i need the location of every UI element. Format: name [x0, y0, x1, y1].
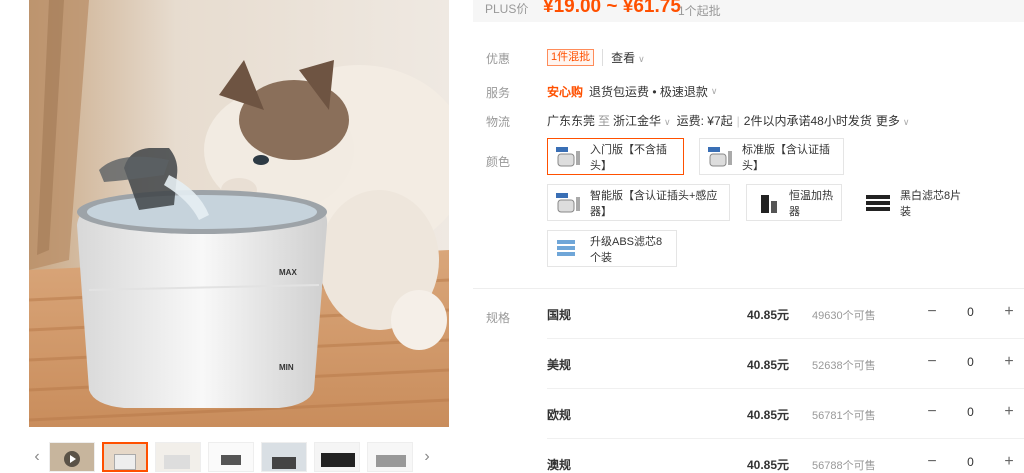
- color-option-filter[interactable]: 黑白滤芯8片装: [857, 184, 969, 221]
- product-thumb-icon: [554, 191, 582, 215]
- service-text: 退货包运费 • 极速退款: [589, 85, 708, 99]
- logistics-label: 物流: [486, 115, 511, 129]
- spec-label: 规格: [486, 311, 511, 325]
- filter-thumb-icon: [864, 191, 892, 215]
- spec-stock: 49630个可售: [812, 310, 876, 322]
- color-option-label: 智能版【含认证插头+感应器】: [590, 189, 718, 218]
- thumbnail-video[interactable]: [49, 441, 95, 472]
- quantity-stepper: − 0 +: [917, 397, 1024, 427]
- thumbnail-5[interactable]: [314, 441, 360, 472]
- main-product-image[interactable]: MAX MIN: [29, 0, 449, 427]
- mixed-batch-tag: 1件混批: [547, 49, 595, 66]
- spec-name: 美规: [547, 358, 572, 372]
- promo-label: 优惠: [486, 52, 511, 66]
- increase-button[interactable]: +: [994, 303, 1024, 321]
- service-label: 服务: [486, 86, 511, 100]
- spec-name: 欧规: [547, 408, 572, 422]
- shipping-fee: 运费: ¥7起: [676, 114, 733, 128]
- thumbnail-4[interactable]: [261, 441, 307, 472]
- max-level-mark: MAX: [279, 268, 297, 277]
- color-option-heater[interactable]: 恒温加热器: [746, 184, 842, 221]
- spec-row: 国规 40.85元 49630个可售 − 0 +: [547, 289, 1024, 339]
- chevron-down-icon: ∨: [710, 86, 718, 96]
- divider: |: [736, 113, 740, 128]
- decrease-button[interactable]: −: [917, 453, 947, 471]
- plus-price-label: PLUS价: [485, 2, 529, 16]
- increase-button[interactable]: +: [994, 353, 1024, 371]
- cat-drinking-fountain-photo: MAX MIN: [29, 0, 449, 427]
- to-word: 至: [598, 114, 611, 128]
- ship-from: 广东东莞: [547, 114, 596, 128]
- quantity-input[interactable]: 0: [947, 305, 994, 319]
- thumbnail-6[interactable]: [367, 441, 413, 472]
- spec-price: 40.85元: [747, 308, 790, 322]
- spec-price: 40.85元: [747, 408, 790, 422]
- price-range: ¥19.00 ~ ¥61.75: [543, 0, 681, 17]
- quantity-input[interactable]: 0: [947, 355, 994, 369]
- chevron-right-icon[interactable]: ›: [419, 442, 435, 472]
- color-label: 颜色: [486, 155, 511, 169]
- chevron-down-icon: ∨: [638, 54, 645, 64]
- spec-price: 40.85元: [747, 358, 790, 372]
- quantity-stepper: − 0 +: [917, 297, 1024, 327]
- thumbnail-list: [49, 441, 413, 472]
- color-option-label: 标准版【含认证插头】: [742, 143, 830, 172]
- quantity-stepper: − 0 +: [917, 347, 1024, 377]
- thumbnail-strip: ‹ ›: [29, 440, 449, 473]
- color-option-abs-filter[interactable]: 升级ABS滤芯8个装: [547, 230, 677, 267]
- color-option-smart[interactable]: 智能版【含认证插头+感应器】: [547, 184, 730, 221]
- view-promo-link[interactable]: 查看 ∨: [602, 49, 645, 66]
- spec-row: 澳规 40.85元 56788个可售 − 0 +: [547, 439, 1024, 473]
- play-icon: [64, 450, 80, 467]
- spec-stock: 52638个可售: [812, 360, 876, 372]
- color-option-label: 入门版【不含插头】: [590, 143, 667, 172]
- color-option-standard[interactable]: 标准版【含认证插头】: [699, 138, 844, 175]
- spec-stock: 56788个可售: [812, 460, 876, 472]
- color-option-label: 恒温加热器: [789, 189, 833, 218]
- product-thumb-icon: [706, 145, 734, 169]
- color-option-label: 黑白滤芯8片装: [900, 189, 962, 218]
- ship-to: 浙江金华: [613, 114, 662, 128]
- chevron-down-icon: ∨: [664, 117, 671, 127]
- view-promo-label: 查看: [611, 51, 636, 65]
- service-row[interactable]: 安心购 退货包运费 • 极速退款 ∨: [547, 83, 717, 100]
- chevron-down-icon: ∨: [902, 117, 910, 127]
- quantity-stepper: − 0 +: [917, 447, 1024, 473]
- chevron-left-icon[interactable]: ‹: [29, 442, 45, 472]
- product-thumb-icon: [554, 145, 582, 169]
- decrease-button[interactable]: −: [917, 303, 947, 321]
- thumbnail-1[interactable]: [102, 441, 148, 472]
- spec-stock: 56781个可售: [812, 410, 876, 422]
- thumbnail-2[interactable]: [155, 441, 201, 472]
- increase-button[interactable]: +: [994, 453, 1024, 471]
- logistics-row: 广东东莞 至 浙江金华 ∨ 运费: ¥7起 | 2件以内承诺48小时发货 更多 ∨: [547, 112, 909, 129]
- quantity-input[interactable]: 0: [947, 455, 994, 469]
- spec-row: 欧规 40.85元 56781个可售 − 0 +: [547, 389, 1024, 439]
- minimum-order: 1个起批: [678, 4, 721, 18]
- spec-price: 40.85元: [747, 458, 790, 472]
- ship-to-select[interactable]: 浙江金华 ∨: [613, 112, 671, 129]
- filter-thumb-icon: [554, 237, 582, 261]
- spec-name: 国规: [547, 308, 572, 322]
- color-option-entry[interactable]: 入门版【不含插头】: [547, 138, 684, 175]
- increase-button[interactable]: +: [994, 403, 1024, 421]
- price-bar: PLUS价 ¥19.00 ~ ¥61.75 1个起批: [473, 0, 1024, 22]
- thumbnail-3[interactable]: [208, 441, 254, 472]
- spec-name: 澳规: [547, 458, 572, 472]
- promo-row: 1件混批 查看 ∨: [547, 49, 645, 66]
- more-label: 更多: [875, 114, 900, 128]
- more-link[interactable]: 更多 ∨: [876, 112, 910, 129]
- heater-thumb-icon: [753, 191, 781, 215]
- product-page: MAX MIN ‹ › PLUS价 ¥19.00 ~ ¥61.75 1个起批 优…: [0, 0, 1024, 473]
- spec-row: 美规 40.85元 52638个可售 − 0 +: [547, 339, 1024, 389]
- delivery-promise: 2件以内承诺48小时发货: [743, 114, 872, 128]
- assurance-badge: 安心购: [547, 85, 584, 99]
- decrease-button[interactable]: −: [917, 353, 947, 371]
- min-level-mark: MIN: [279, 363, 294, 372]
- color-option-label: 升级ABS滤芯8个装: [590, 235, 663, 264]
- decrease-button[interactable]: −: [917, 403, 947, 421]
- quantity-input[interactable]: 0: [947, 405, 994, 419]
